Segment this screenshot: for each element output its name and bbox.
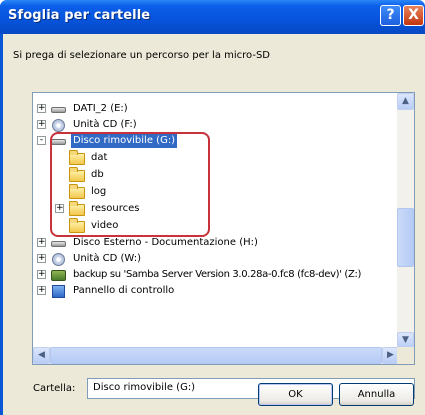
- ok-button[interactable]: OK: [258, 383, 333, 406]
- expand-icon[interactable]: +: [37, 104, 46, 113]
- vertical-scroll-thumb[interactable]: [397, 208, 414, 267]
- tree-item-label: Disco rimovibile (G:): [71, 134, 178, 148]
- expand-icon[interactable]: +: [55, 204, 64, 213]
- help-button[interactable]: ?: [380, 5, 401, 26]
- drive-icon: [50, 236, 66, 250]
- horizontal-scroll-thumb[interactable]: [50, 347, 382, 364]
- folder-icon: [69, 218, 85, 233]
- folder-icon: [69, 184, 85, 199]
- folder-tree[interactable]: + DATI_2 (E:) + Unità CD (F:) - Disco ri…: [32, 92, 415, 365]
- removable-drive-icon: [50, 134, 66, 148]
- title-bar[interactable]: Sfoglia per cartelle ? X: [0, 0, 425, 34]
- control-panel-icon: [50, 284, 66, 298]
- scrollbar-corner: [397, 347, 414, 364]
- cd-drive-icon: [50, 252, 66, 266]
- tree-item[interactable]: db: [55, 167, 255, 183]
- tree-item[interactable]: + Pannello di controllo: [37, 283, 392, 299]
- vertical-scrollbar[interactable]: ▲ ▼: [397, 93, 414, 349]
- dialog-window: Sfoglia per cartelle ? X Si prega di sel…: [0, 0, 425, 415]
- folder-icon: [69, 201, 85, 216]
- tree-item-label: Unità CD (F:): [73, 119, 137, 130]
- tree-item[interactable]: video: [55, 218, 255, 234]
- tree-item-label: video: [91, 220, 119, 231]
- expand-icon[interactable]: +: [37, 120, 46, 129]
- tree-item-label: log: [91, 186, 107, 197]
- network-drive-icon: [50, 268, 66, 282]
- folder-icon: [69, 150, 85, 165]
- tree-item-label: backup su 'Samba Server Version 3.0.28a-…: [73, 269, 362, 280]
- window-title: Sfoglia per cartelle: [8, 8, 151, 23]
- drive-icon: [50, 102, 66, 116]
- tree-item[interactable]: + DATI_2 (E:): [37, 101, 377, 117]
- cd-drive-icon: [50, 118, 66, 132]
- tree-item[interactable]: + backup su 'Samba Server Version 3.0.28…: [37, 267, 399, 283]
- collapse-icon[interactable]: -: [37, 136, 46, 145]
- tree-item[interactable]: + resources: [55, 201, 255, 217]
- close-button[interactable]: X: [403, 5, 424, 26]
- horizontal-scrollbar[interactable]: ◀ ▶: [33, 347, 399, 364]
- tree-item[interactable]: log: [55, 184, 255, 200]
- tree-item-label: Pannello di controllo: [73, 285, 175, 296]
- folder-icon: [69, 167, 85, 182]
- tree-item-label: dat: [91, 152, 108, 163]
- folder-field-label: Cartella:: [33, 383, 76, 394]
- scroll-left-button[interactable]: ◀: [33, 347, 50, 364]
- tree-item[interactable]: + Unità CD (F:): [37, 117, 377, 133]
- expand-icon[interactable]: +: [37, 238, 46, 247]
- prompt-text: Si prega di selezionare un percorso per …: [13, 50, 271, 61]
- tree-item-selected[interactable]: - Disco rimovibile (G:): [37, 133, 377, 149]
- tree-item[interactable]: + Unità CD (W:): [37, 251, 392, 267]
- expand-icon[interactable]: +: [37, 286, 46, 295]
- tree-item[interactable]: dat: [55, 150, 255, 166]
- scroll-up-button[interactable]: ▲: [397, 93, 414, 110]
- tree-item-label: db: [91, 169, 104, 180]
- tree-item-label: resources: [91, 203, 140, 214]
- tree-item[interactable]: + Disco Esterno - Documentazione (H:): [37, 235, 392, 251]
- cancel-button[interactable]: Annulla: [339, 383, 414, 406]
- tree-item-label: Disco Esterno - Documentazione (H:): [73, 237, 258, 248]
- tree-item-label: Unità CD (W:): [73, 253, 141, 264]
- expand-icon[interactable]: +: [37, 254, 46, 263]
- dialog-body: Si prega di selezionare un percorso per …: [3, 34, 425, 415]
- tree-item-label: DATI_2 (E:): [73, 103, 128, 114]
- expand-icon[interactable]: +: [37, 270, 46, 279]
